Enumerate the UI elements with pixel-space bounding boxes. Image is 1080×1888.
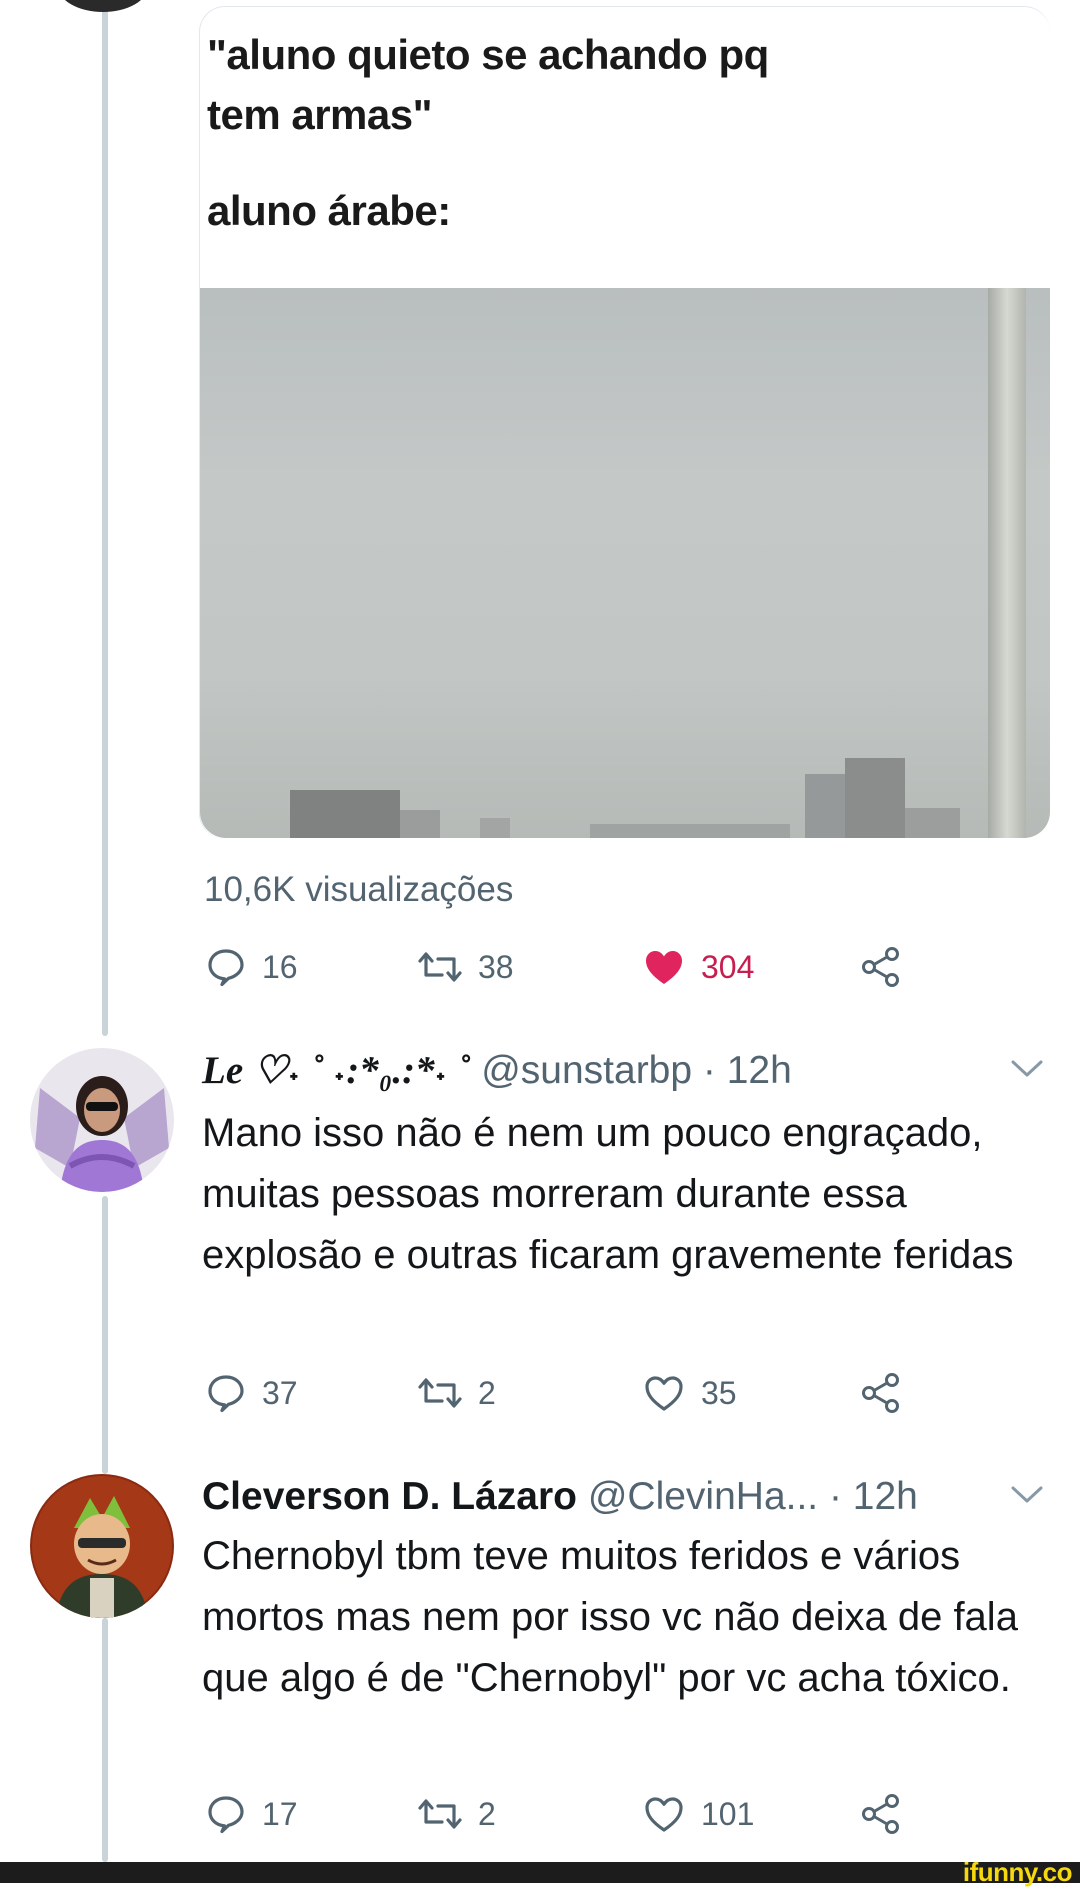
previous-avatar[interactable] <box>58 0 148 12</box>
heart-icon <box>643 1794 685 1834</box>
heart-icon <box>643 947 685 987</box>
heart-icon <box>643 1373 685 1413</box>
watermark-bar <box>0 1862 1080 1883</box>
reply-icon <box>206 1794 246 1834</box>
retweet-button[interactable]: 2 <box>418 1789 496 1839</box>
share-button[interactable] <box>860 1789 902 1839</box>
reply-text: Mano isso não é nem um pouco engraçado, … <box>202 1111 1014 1277</box>
share-button[interactable] <box>860 942 902 992</box>
reply-text: Chernobyl tbm teve muitos feridos e vári… <box>202 1534 1018 1700</box>
handle[interactable]: @ClevinHa... <box>588 1475 818 1518</box>
handle[interactable]: @sunstarbp <box>481 1049 692 1092</box>
retweet-count: 38 <box>478 948 514 985</box>
retweet-icon <box>418 947 462 987</box>
display-name[interactable]: Cleverson D. Lázaro <box>202 1475 577 1518</box>
tweet-actions: 16 38 304 <box>0 942 1080 992</box>
thread-line-top <box>102 0 108 1036</box>
timestamp[interactable]: · 12h <box>829 1475 918 1518</box>
reply-count: 37 <box>262 1374 298 1411</box>
reply-header: Le ♡˖ ˚ ˖:*₀.:*˖ ˚ @sunstarbp · 12h <box>202 1048 792 1094</box>
retweet-count: 2 <box>478 1795 496 1832</box>
view-count: 10,6K visualizações <box>204 870 514 909</box>
like-count: 304 <box>701 948 755 985</box>
meme-caption-line-1: "aluno quieto se achando pq <box>207 31 769 78</box>
retweet-count: 2 <box>478 1374 496 1411</box>
reply-actions: 37 2 35 <box>0 1368 1080 1418</box>
reply-header: Cleverson D. Lázaro @ClevinHa... · 12h <box>202 1474 918 1520</box>
reply-button[interactable]: 16 <box>206 942 298 992</box>
reply-icon <box>206 1373 246 1413</box>
reply-button[interactable]: 37 <box>206 1368 298 1418</box>
retweet-button[interactable]: 2 <box>418 1368 496 1418</box>
share-icon <box>860 1793 902 1835</box>
meme-caption-line-3: aluno árabe: <box>207 187 451 234</box>
avatar[interactable] <box>30 1474 174 1618</box>
display-name[interactable]: Le ♡˖ ˚ ˖:*₀.:*˖ ˚ <box>202 1049 470 1092</box>
reply-icon <box>206 947 246 987</box>
thread-line-middle <box>102 1196 108 1474</box>
reply-actions: 17 2 101 <box>0 1789 1080 1839</box>
chevron-down-icon[interactable] <box>1010 1484 1044 1511</box>
share-icon <box>860 946 902 988</box>
watermark-logo: ifunny.co <box>962 1857 1073 1887</box>
like-button[interactable]: 35 <box>643 1368 737 1418</box>
avatar[interactable] <box>30 1048 174 1192</box>
reply-count: 16 <box>262 948 298 985</box>
reply-count: 17 <box>262 1795 298 1832</box>
retweet-icon <box>418 1373 462 1413</box>
reply-button[interactable]: 17 <box>206 1789 298 1839</box>
thumbnail-pole <box>988 288 1026 838</box>
retweet-icon <box>418 1794 462 1834</box>
share-icon <box>860 1372 902 1414</box>
retweet-button[interactable]: 38 <box>418 942 514 992</box>
like-button[interactable]: 304 <box>643 942 754 992</box>
video-thumbnail[interactable] <box>200 288 1050 838</box>
timestamp[interactable]: · 12h <box>703 1049 792 1092</box>
like-count: 35 <box>701 1374 737 1411</box>
meme-caption-line-2: tem armas" <box>207 91 433 138</box>
like-button[interactable]: 101 <box>643 1789 754 1839</box>
like-count: 101 <box>701 1795 755 1832</box>
chevron-down-icon[interactable] <box>1010 1058 1044 1085</box>
share-button[interactable] <box>860 1368 902 1418</box>
